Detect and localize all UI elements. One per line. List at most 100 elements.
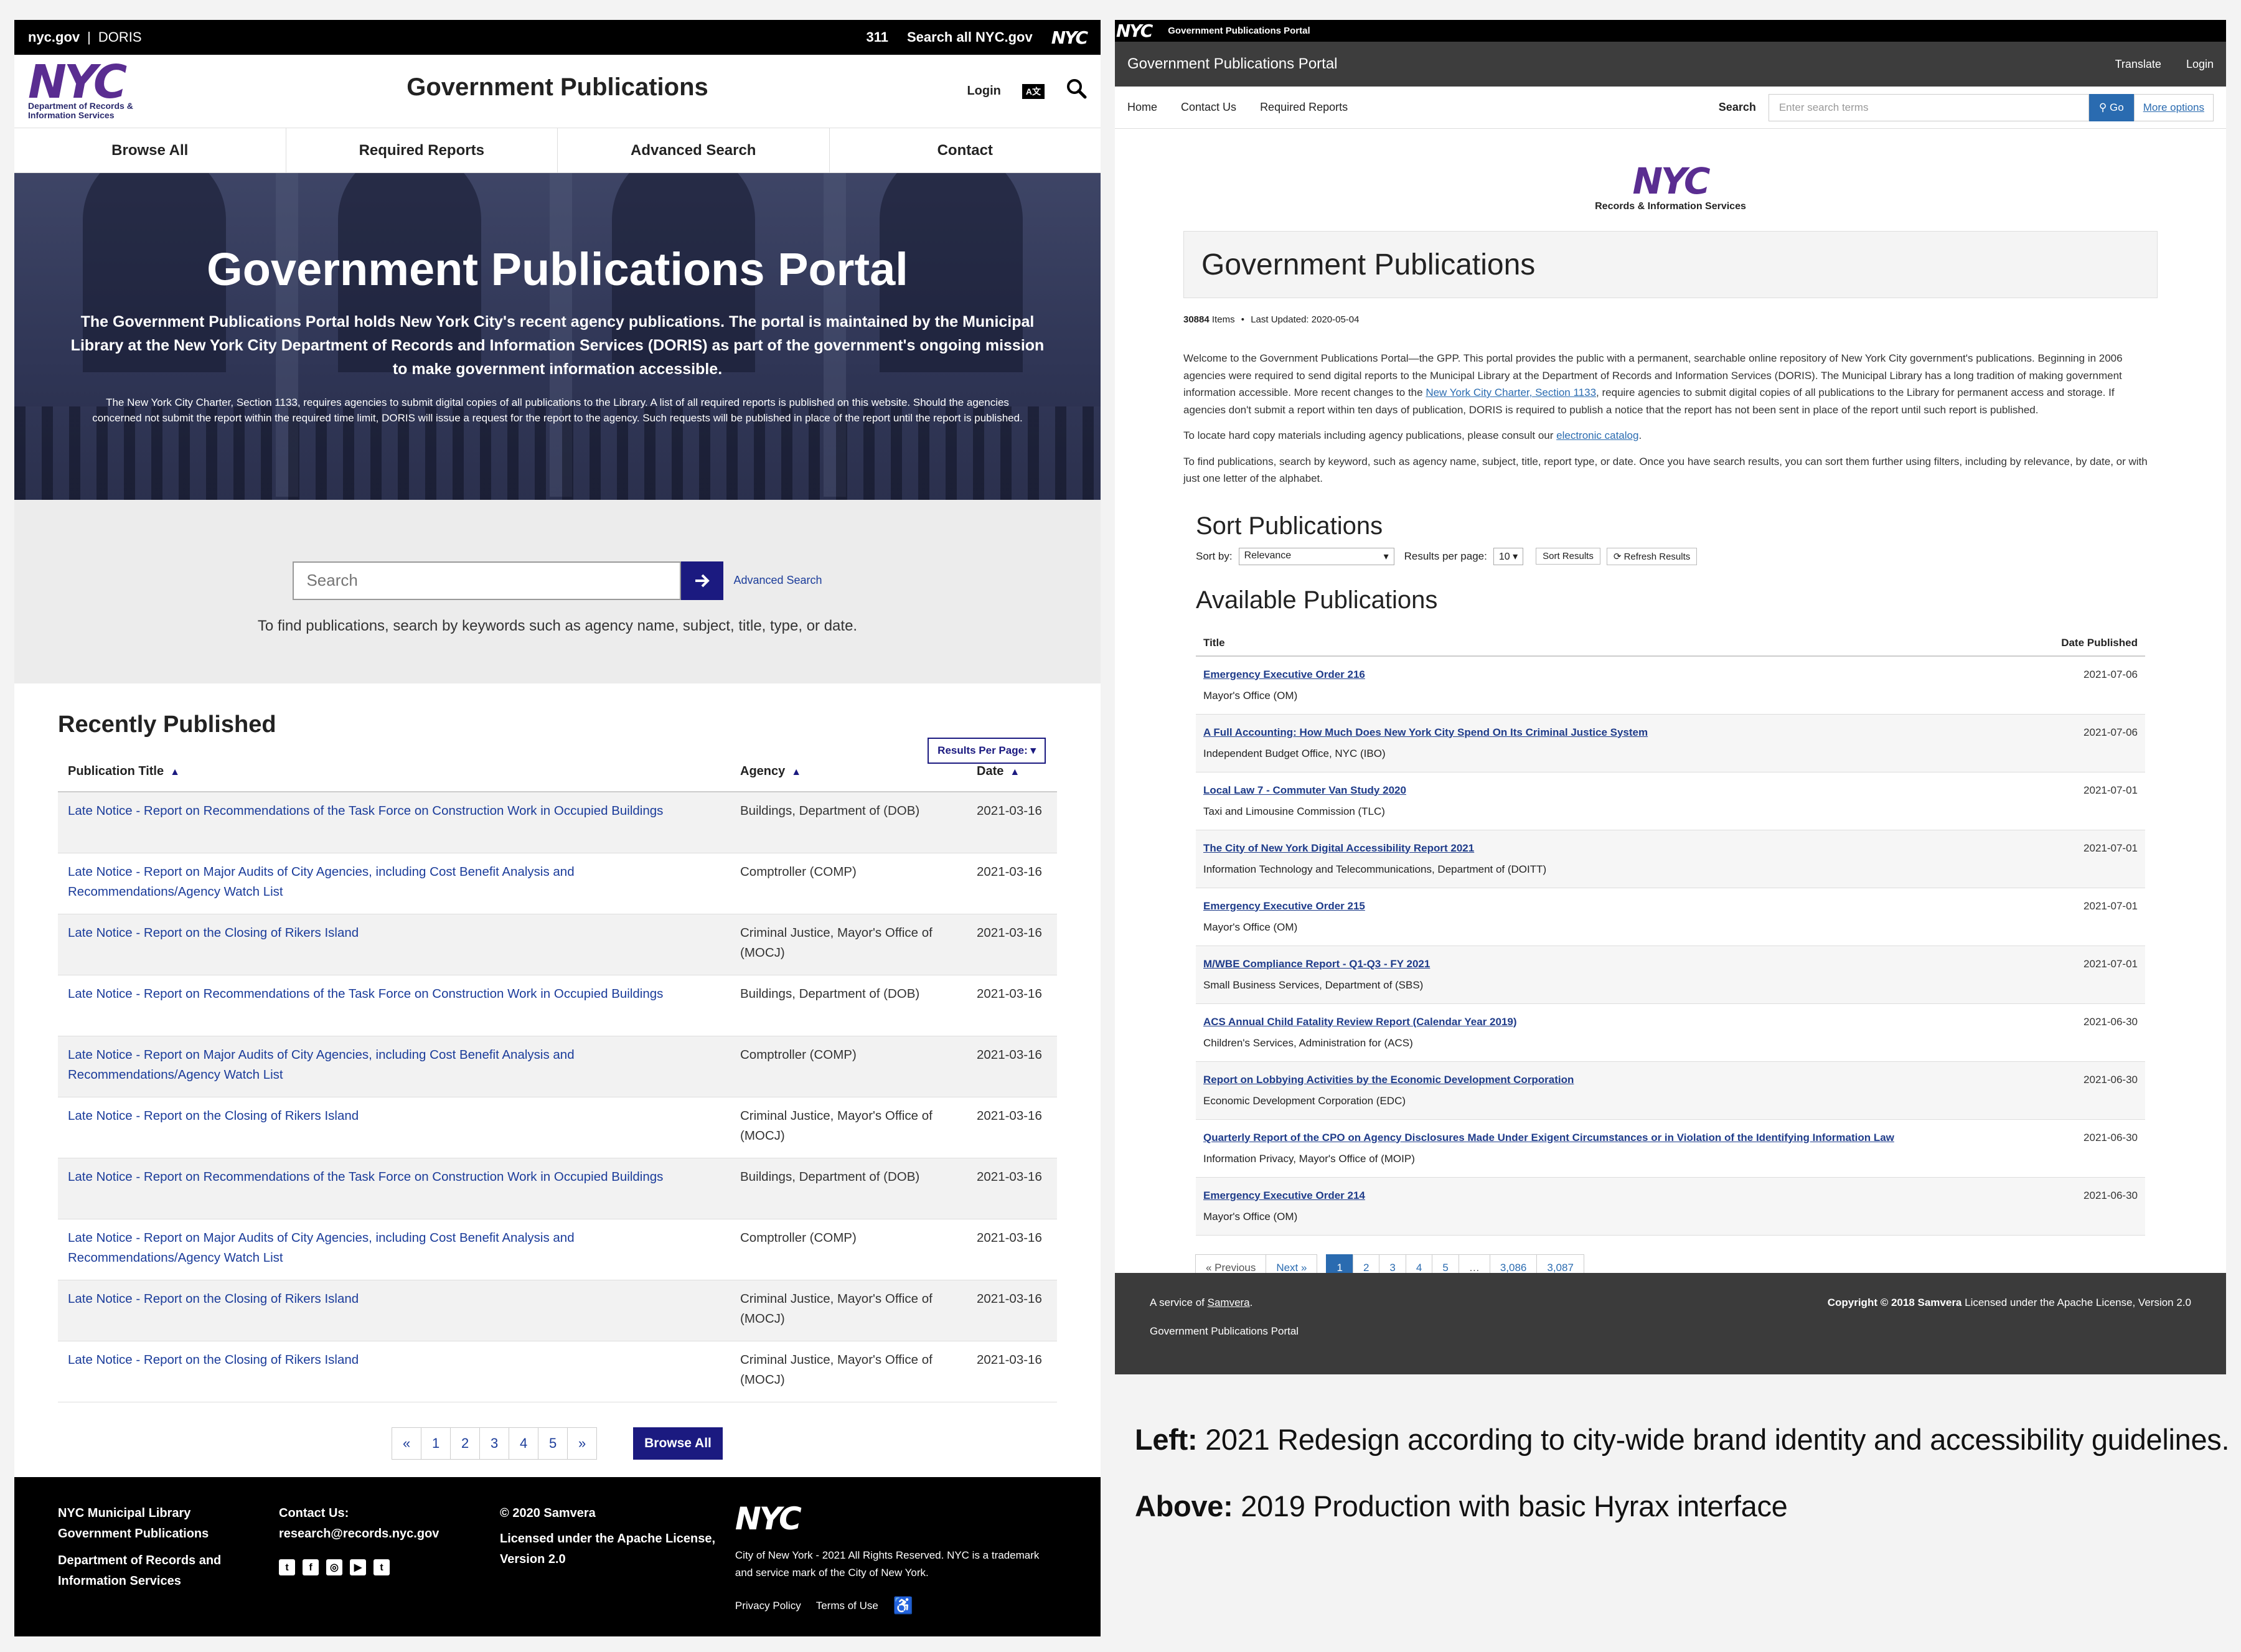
electronic-catalog-link[interactable]: electronic catalog <box>1556 429 1638 441</box>
nav-home[interactable]: Home <box>1127 101 1157 114</box>
footer-nyc-logo[interactable]: NYC <box>735 1503 1057 1534</box>
search-go-button[interactable]: ⚲ Go <box>2088 93 2134 121</box>
collection-meta: 30884 Items • Last Updated: 2020-05-04 <box>1183 314 1360 325</box>
publication-title-link[interactable]: Late Notice - Report on Major Audits of … <box>58 853 730 914</box>
login-link[interactable]: Login <box>967 84 1000 98</box>
publication-title-link[interactable]: Local Law 7 - Commuter Van Study 2020 <box>1203 780 2013 801</box>
results-per-page-dropdown[interactable]: Results Per Page: ▾ <box>928 738 1046 764</box>
hero-title: Government Publications Portal <box>207 243 908 295</box>
agency-cell: Criminal Justice, Mayor's Office of (MOC… <box>730 1097 967 1158</box>
twitter-icon[interactable]: t <box>279 1559 296 1575</box>
search-input[interactable] <box>293 561 682 600</box>
doris-logo[interactable]: NYC Department of Records & Information … <box>28 59 146 120</box>
footer-legal-text: City of New York - 2021 All Rights Reser… <box>735 1549 1040 1579</box>
sort-results-button[interactable]: Sort Results <box>1536 548 1600 565</box>
publication-title-link[interactable]: M/WBE Compliance Report - Q1-Q3 - FY 202… <box>1203 954 2013 975</box>
browse-all-button[interactable]: Browse All <box>633 1427 723 1460</box>
rpp-select[interactable]: 10 ▾ <box>1493 547 1524 565</box>
date-cell: 2021-03-16 <box>967 1280 1057 1341</box>
doris-link[interactable]: DORIS <box>98 29 142 45</box>
youtube-icon[interactable]: ▶ <box>350 1559 367 1575</box>
hero-banner: Government Publications Portal The Gover… <box>14 173 1101 500</box>
link-311[interactable]: 311 <box>866 29 888 45</box>
nav-contact[interactable]: Contact <box>830 128 1101 172</box>
translate-icon[interactable]: A文 <box>1022 83 1045 99</box>
nav-browse-all[interactable]: Browse All <box>14 128 286 172</box>
date-cell: 2021-07-01 <box>2021 772 2145 830</box>
nav-required-reports[interactable]: Required Reports <box>286 128 558 172</box>
table-row: Emergency Executive Order 215 Mayor's Off… <box>1196 888 2145 946</box>
publication-title-link[interactable]: Late Notice - Report on Major Audits of … <box>58 1219 730 1280</box>
publication-title-link[interactable]: Emergency Executive Order 214 <box>1203 1185 2013 1206</box>
agency-text: Independent Budget Office, NYC (IBO) <box>1203 747 1386 759</box>
agency-text: Mayor's Office (OM) <box>1203 689 1298 702</box>
nyc-logo-icon[interactable]: NYC <box>1116 21 1153 41</box>
publication-title-link[interactable]: Quarterly Report of the CPO on Agency Di… <box>1203 1127 2013 1148</box>
caption-above: Above: 2019 Production with basic Hyrax … <box>1135 1490 1788 1523</box>
sort-asc-icon: ▲ <box>1010 767 1020 777</box>
search-submit-button[interactable] <box>681 561 724 600</box>
nyc-gov-link[interactable]: nyc.gov <box>28 29 80 45</box>
date-cell: 2021-03-16 <box>967 1097 1057 1158</box>
redesign-screenshot: nyc.gov | DORIS 311 Search all NYC.gov N… <box>14 20 1101 1636</box>
publication-title-link[interactable]: Emergency Executive Order 216 <box>1203 664 2013 685</box>
nav-advanced-search[interactable]: Advanced Search <box>558 128 830 172</box>
column-header-title[interactable]: Publication Title ▲ <box>58 752 730 792</box>
table-row: Late Notice - Report on Recommendations … <box>58 792 1057 853</box>
terms-of-use-link[interactable]: Terms of Use <box>816 1595 878 1616</box>
footer-dept-line2: Information Services <box>58 1574 181 1588</box>
search-icon[interactable] <box>1066 78 1087 105</box>
publication-title-link[interactable]: Report on Lobbying Activities by the Eco… <box>1203 1069 2013 1091</box>
refresh-results-button[interactable]: ⟳ Refresh Results <box>1606 547 1698 565</box>
nav-contact[interactable]: Contact Us <box>1181 101 1236 114</box>
publication-title-link[interactable]: Late Notice - Report on the Closing of R… <box>58 1280 730 1341</box>
pagination-prev[interactable]: « <box>392 1427 422 1460</box>
nav-required-reports[interactable]: Required Reports <box>1260 101 1348 114</box>
column-header-date[interactable]: Date Published <box>2021 630 2145 657</box>
tumblr-icon[interactable]: t <box>374 1559 390 1575</box>
publication-title-link[interactable]: Emergency Executive Order 215 <box>1203 896 2013 917</box>
nyc-global-bar: NYC Government Publications Portal <box>1115 20 2226 42</box>
agency-text: Children's Services, Administration for … <box>1203 1036 1413 1049</box>
table-row: M/WBE Compliance Report - Q1-Q3 - FY 202… <box>1196 946 2145 1004</box>
charter-link[interactable]: New York City Charter, Section 1133 <box>1426 387 1596 398</box>
pagination-page[interactable]: 2 <box>450 1427 481 1460</box>
nyc-logo-icon[interactable]: NYC <box>1051 27 1088 48</box>
publication-title-link[interactable]: The City of New York Digital Accessibili… <box>1203 838 2013 859</box>
advanced-search-link[interactable]: Advanced Search <box>733 574 822 587</box>
publication-title-link[interactable]: Late Notice - Report on the Closing of R… <box>58 1097 730 1158</box>
footer-contact-email[interactable]: research@records.nyc.gov <box>279 1527 439 1541</box>
publication-title-link[interactable]: Late Notice - Report on Major Audits of … <box>58 1036 730 1097</box>
translate-link[interactable]: Translate <box>2115 58 2161 71</box>
pagination-page[interactable]: 4 <box>509 1427 539 1460</box>
date-cell: 2021-06-30 <box>2021 1177 2145 1236</box>
publication-title-link[interactable]: Late Notice - Report on Recommendations … <box>58 792 730 853</box>
publication-title-link[interactable]: Late Notice - Report on Recommendations … <box>58 975 730 1036</box>
portal-title[interactable]: Government Publications Portal <box>1127 55 1338 73</box>
more-options-link[interactable]: More options <box>2133 93 2214 121</box>
pagination-page[interactable]: 3 <box>479 1427 510 1460</box>
publication-title-link[interactable]: ACS Annual Child Fatality Review Report … <box>1203 1011 2013 1033</box>
facebook-icon[interactable]: f <box>303 1559 319 1575</box>
login-link[interactable]: Login <box>2186 58 2214 71</box>
pagination-page[interactable]: 1 <box>421 1427 451 1460</box>
privacy-policy-link[interactable]: Privacy Policy <box>735 1595 801 1616</box>
search-icon: ⚲ <box>2098 101 2110 113</box>
sort-asc-icon: ▲ <box>791 767 802 777</box>
search-all-nyc-link[interactable]: Search all NYC.gov <box>907 29 1033 45</box>
publication-title-link[interactable]: Late Notice - Report on the Closing of R… <box>58 1341 730 1402</box>
accessibility-icon[interactable]: ♿ <box>893 1595 913 1616</box>
pagination-next[interactable]: » <box>567 1427 598 1460</box>
date-cell: 2021-07-01 <box>2021 830 2145 888</box>
date-cell: 2021-03-16 <box>967 975 1057 1036</box>
column-header-title[interactable]: Title <box>1196 630 2021 657</box>
recently-published-heading: Recently Published <box>58 711 276 738</box>
publication-title-link[interactable]: Late Notice - Report on the Closing of R… <box>58 914 730 975</box>
sort-by-select[interactable]: Relevance ▾ <box>1238 547 1394 565</box>
publication-title-link[interactable]: Late Notice - Report on Recommendations … <box>58 1158 730 1219</box>
search-input[interactable]: Enter search terms <box>1768 93 2089 121</box>
publication-title-link[interactable]: A Full Accounting: How Much Does New Yor… <box>1203 722 2013 743</box>
pagination-page[interactable]: 5 <box>538 1427 568 1460</box>
instagram-icon[interactable]: ◎ <box>326 1559 343 1575</box>
samvera-link[interactable]: Samvera <box>1208 1297 1250 1308</box>
